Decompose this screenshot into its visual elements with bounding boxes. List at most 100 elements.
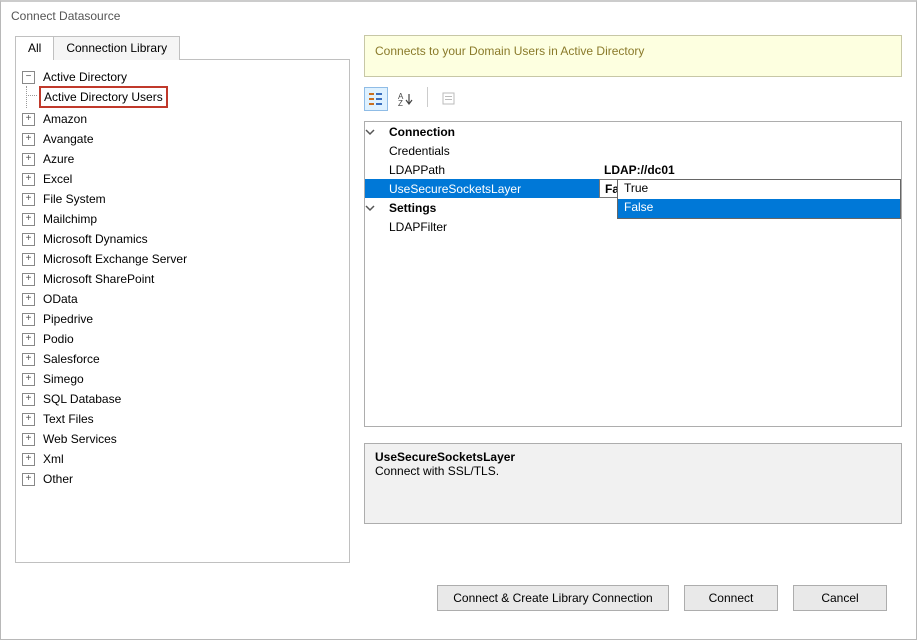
right-panel: Connects to your Domain Users in Active … [364,35,902,563]
tree-label: Microsoft SharePoint [41,270,156,288]
expand-icon[interactable] [22,133,35,146]
expand-icon[interactable] [22,213,35,226]
property-name: UseSecureSocketsLayer [389,182,599,196]
tree-node-microsoft-exchange[interactable]: Microsoft Exchange Server [22,250,189,268]
collapse-icon[interactable] [22,71,35,84]
button-label: Connect & Create Library Connection [453,591,652,605]
tree-node-podio[interactable]: Podio [22,330,76,348]
tree-node-pipedrive[interactable]: Pipedrive [22,310,95,328]
option-label: False [624,200,653,214]
property-ldappath[interactable]: LDAPPath LDAP://dc01 [365,160,901,179]
dropdown-option-true[interactable]: True [618,180,900,199]
tree-label: Mailchimp [41,210,99,228]
toolbar-divider-icon [427,87,428,107]
group-connection[interactable]: Connection [365,122,901,141]
info-banner: Connects to your Domain Users in Active … [364,35,902,77]
expand-icon[interactable] [22,273,35,286]
expand-icon[interactable] [22,413,35,426]
expand-icon[interactable] [22,153,35,166]
alphabetical-view-button[interactable]: AZ [394,87,418,111]
tree-node-xml[interactable]: Xml [22,450,66,468]
tree-label: OData [41,290,80,308]
expand-icon[interactable] [22,313,35,326]
cancel-button[interactable]: Cancel [793,585,887,611]
tree-node-sql-database[interactable]: SQL Database [22,390,123,408]
expand-icon[interactable] [22,173,35,186]
tab-library-label: Connection Library [66,41,167,55]
tree-label: Pipedrive [41,310,95,328]
expand-icon[interactable] [22,333,35,346]
button-label: Connect [709,591,754,605]
expand-icon[interactable] [22,433,35,446]
tree-label: SQL Database [41,390,123,408]
tree-node-file-system[interactable]: File System [22,190,108,208]
expand-icon[interactable] [22,233,35,246]
property-name: LDAPFilter [389,220,599,234]
tree-node-active-directory-users[interactable]: Active Directory Users [39,86,168,108]
tree-label: Other [41,470,75,488]
tree-label: File System [41,190,108,208]
svg-text:Z: Z [398,99,403,107]
property-pages-button[interactable] [437,87,461,111]
tree-node-avangate[interactable]: Avangate [22,130,96,148]
window-title: Connect Datasource [1,2,916,27]
expand-icon[interactable] [22,193,35,206]
expand-icon[interactable] [22,393,35,406]
tree-node-active-directory[interactable]: Active Directory [22,68,129,86]
columns: All Connection Library Active Directory [15,35,902,563]
connect-create-library-button[interactable]: Connect & Create Library Connection [437,585,669,611]
description-title: UseSecureSocketsLayer [375,450,891,464]
tab-all[interactable]: All [15,36,54,60]
tree-label: Web Services [41,430,119,448]
property-value[interactable]: LDAP://dc01 [599,163,901,177]
property-grid-wrapper: Connection Credentials LDAPPath LDAP://d… [364,121,902,427]
tree-label: Azure [41,150,76,168]
tree-node-salesforce[interactable]: Salesforce [22,350,102,368]
left-panel: All Connection Library Active Directory [15,35,350,563]
dialog-button-row: Connect & Create Library Connection Conn… [15,563,902,611]
tree-node-mailchimp[interactable]: Mailchimp [22,210,99,228]
expand-icon[interactable] [22,113,35,126]
button-label: Cancel [821,591,858,605]
tree-node-text-files[interactable]: Text Files [22,410,96,428]
expand-icon[interactable] [22,473,35,486]
expand-icon[interactable] [22,293,35,306]
tree-label: Avangate [41,130,96,148]
tree-node-amazon[interactable]: Amazon [22,110,89,128]
tree-node-microsoft-sharepoint[interactable]: Microsoft SharePoint [22,270,156,288]
tree-node-other[interactable]: Other [22,470,75,488]
tree-node-azure[interactable]: Azure [22,150,76,168]
dropdown-list[interactable]: True False [617,179,901,219]
property-toolbar: AZ [364,87,902,111]
property-grid[interactable]: Connection Credentials LDAPPath LDAP://d… [364,121,902,427]
expand-icon[interactable] [22,353,35,366]
property-credentials[interactable]: Credentials [365,141,901,160]
tree-node-odata[interactable]: OData [22,290,80,308]
chevron-down-icon[interactable] [365,203,389,213]
expand-icon[interactable] [22,453,35,466]
expand-icon[interactable] [22,373,35,386]
tree-node-simego[interactable]: Simego [22,370,86,388]
chevron-down-icon[interactable] [365,127,389,137]
tree-node-web-services[interactable]: Web Services [22,430,119,448]
tree-label-highlighted: Active Directory Users [39,86,168,108]
tree-node-excel[interactable]: Excel [22,170,74,188]
tree-label: Text Files [41,410,96,428]
tab-connection-library[interactable]: Connection Library [54,36,180,60]
property-ldapfilter[interactable]: LDAPFilter [365,217,901,236]
tab-all-label: All [28,41,41,55]
tab-strip: All Connection Library [15,35,350,59]
info-banner-text: Connects to your Domain Users in Active … [375,44,644,58]
connect-button[interactable]: Connect [684,585,778,611]
expand-icon[interactable] [22,253,35,266]
tree-label: Amazon [41,110,89,128]
tree-label: Salesforce [41,350,102,368]
categorized-view-button[interactable] [364,87,388,111]
group-label: Connection [389,125,455,139]
property-name: Credentials [389,144,599,158]
description-text: Connect with SSL/TLS. [375,464,891,478]
option-label: True [624,181,648,195]
dropdown-option-false[interactable]: False [618,199,900,218]
datasource-tree[interactable]: Active Directory Active Directory Users [15,59,350,563]
tree-node-microsoft-dynamics[interactable]: Microsoft Dynamics [22,230,150,248]
